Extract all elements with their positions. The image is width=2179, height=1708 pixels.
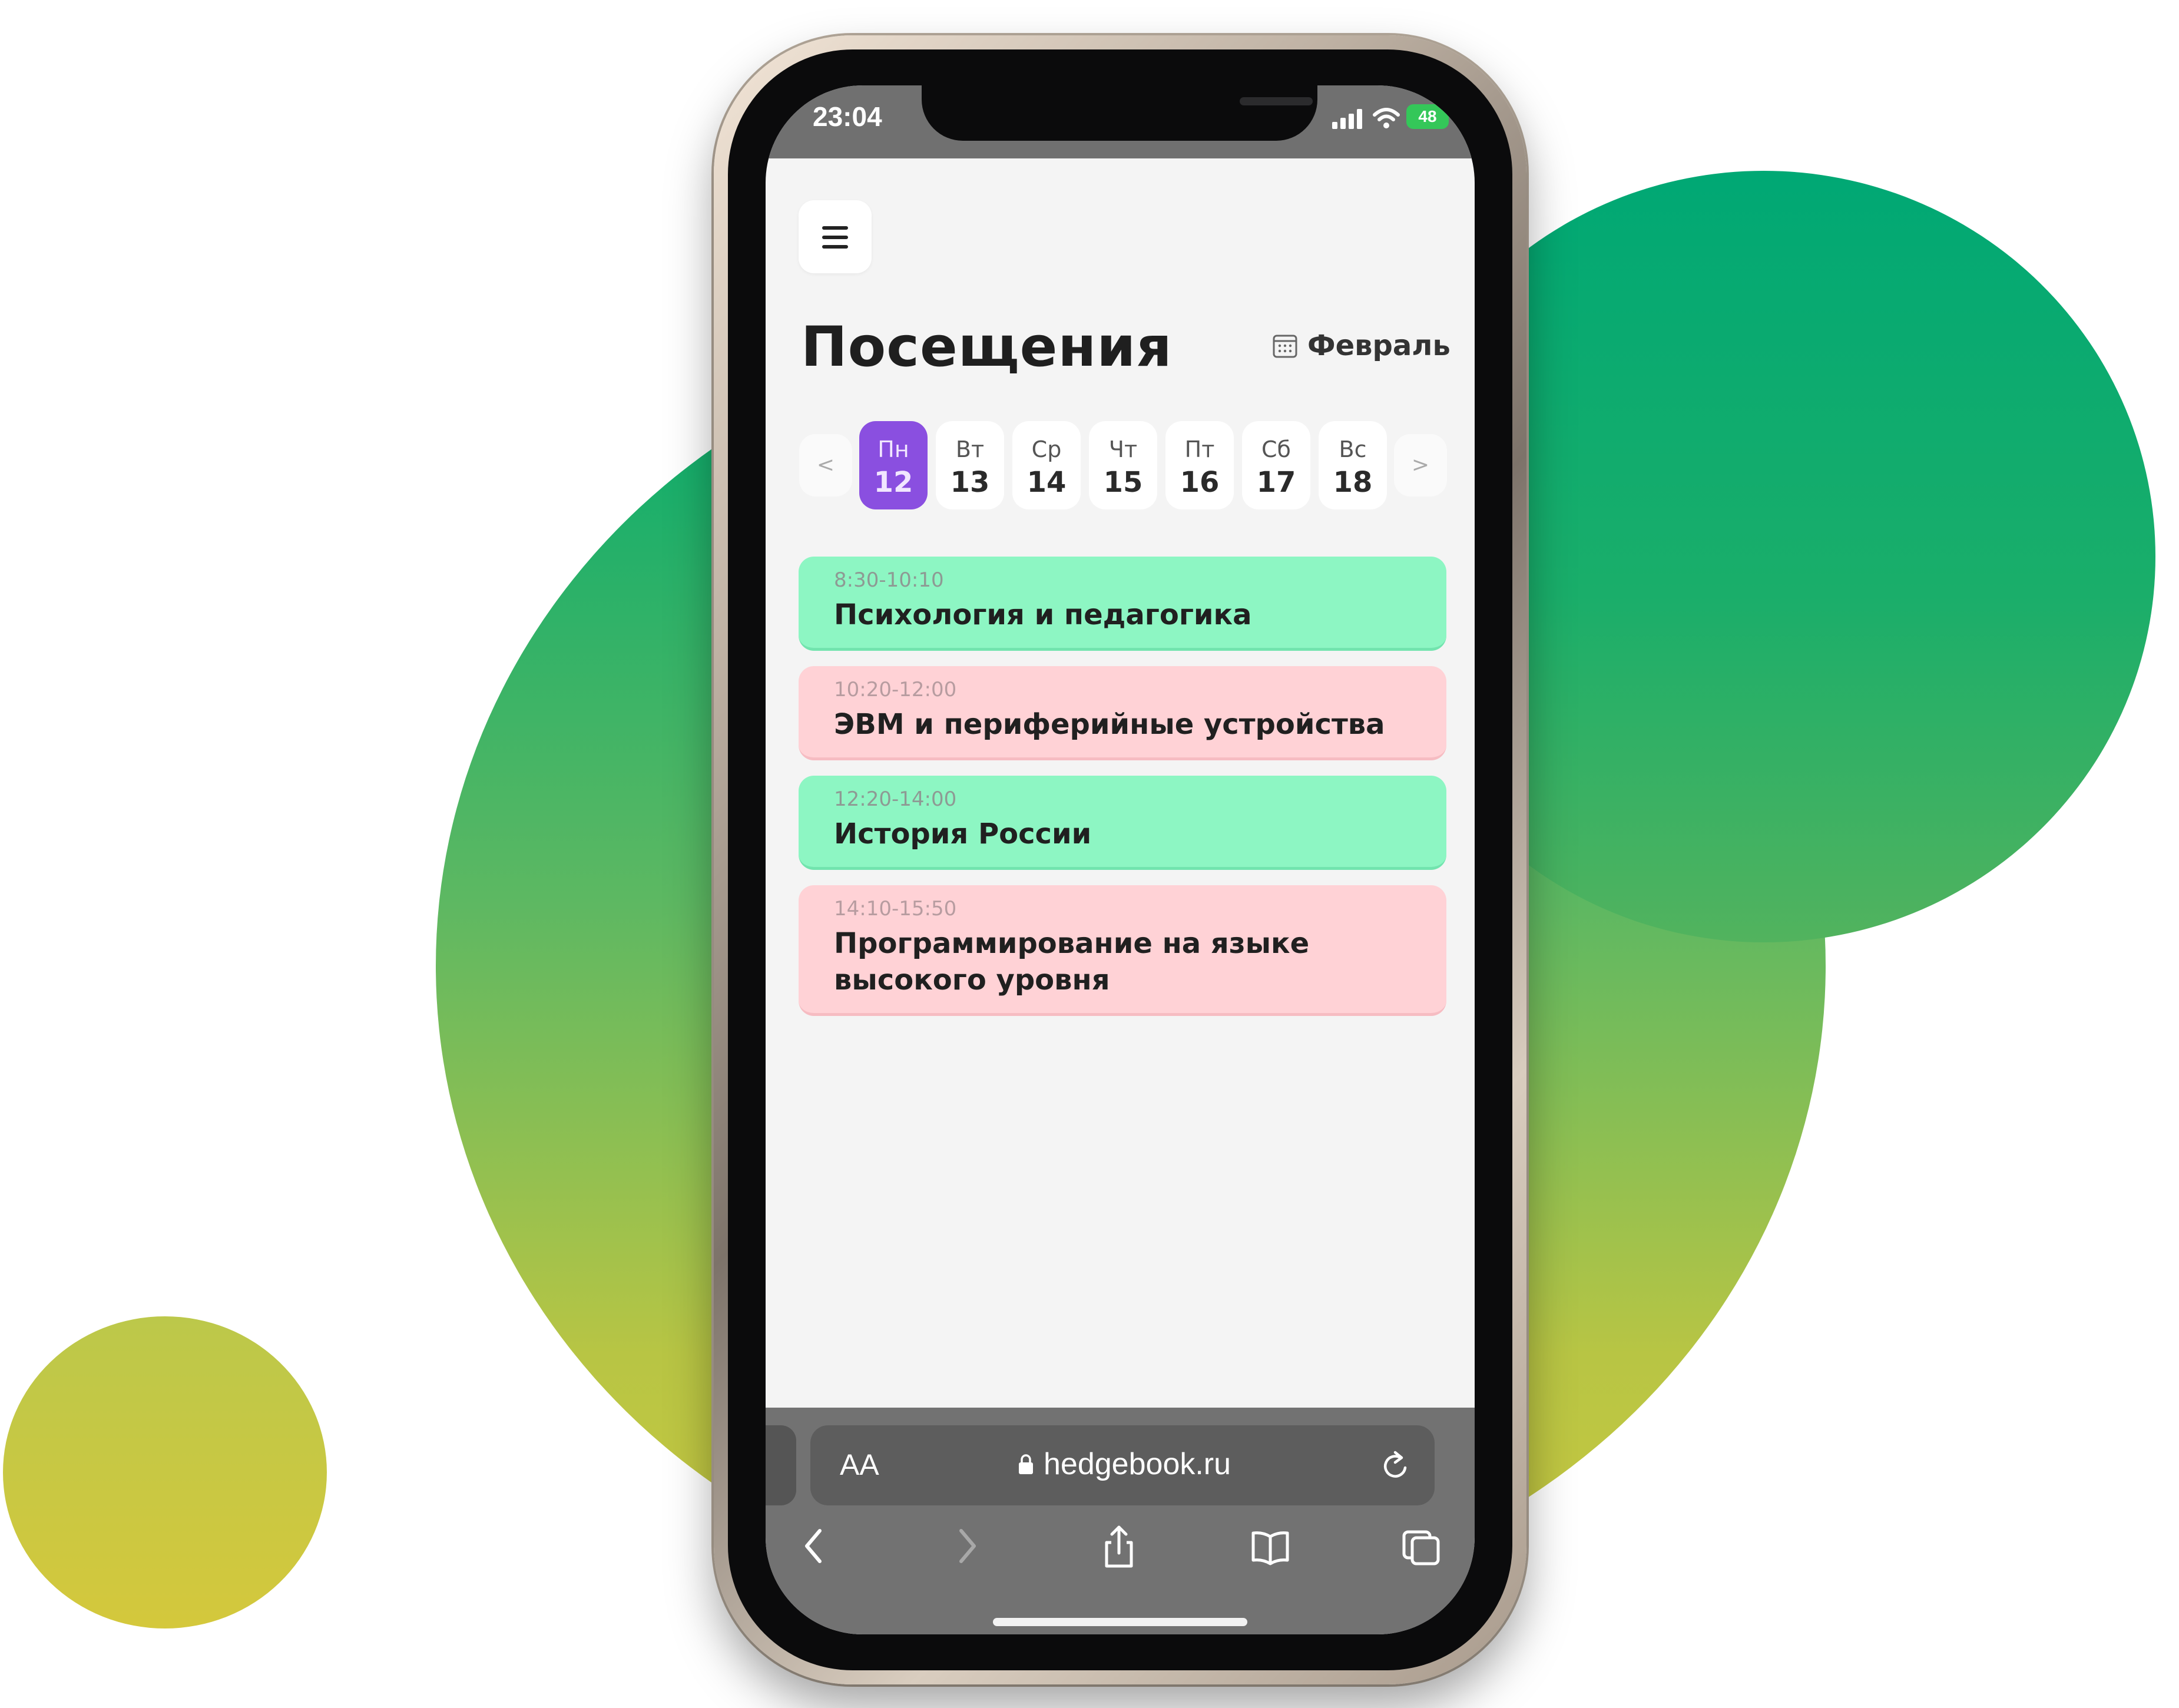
lesson-card[interactable]: 10:20-12:00 ЭВМ и периферийные устройств… <box>799 666 1446 760</box>
page-title: Посещения <box>801 315 1173 379</box>
day-name: Вт <box>955 436 985 462</box>
lesson-time: 10:20-12:00 <box>834 678 957 701</box>
lesson-name: Психология и педагогика <box>834 598 1252 631</box>
lesson-card[interactable]: 8:30-10:10 Психология и педагогика <box>799 557 1446 651</box>
bookmarks-icon[interactable] <box>1250 1522 1291 1570</box>
day-date: 15 <box>1103 466 1143 499</box>
lesson-name: ЭВМ и периферийные устройства <box>834 708 1385 741</box>
day-wednesday[interactable]: Ср 14 <box>1012 421 1081 509</box>
reload-icon[interactable] <box>1379 1448 1412 1483</box>
hamburger-icon <box>822 226 848 230</box>
hamburger-icon <box>822 245 848 249</box>
wifi-icon <box>1373 108 1400 128</box>
day-date: 18 <box>1333 466 1373 499</box>
lock-icon <box>1019 1454 1033 1474</box>
lesson-card[interactable]: 14:10-15:50 Программирование на языке вы… <box>799 885 1446 1016</box>
prev-week-button[interactable]: < <box>799 434 852 496</box>
day-name: Чт <box>1108 436 1138 462</box>
day-date: 17 <box>1256 466 1296 499</box>
day-name: Пн <box>877 436 909 462</box>
back-icon[interactable] <box>794 1522 835 1570</box>
signal-icon <box>1332 109 1362 129</box>
home-indicator <box>993 1618 1247 1626</box>
day-friday[interactable]: Пт 16 <box>1165 421 1234 509</box>
hamburger-icon <box>822 236 848 239</box>
day-name: Пт <box>1184 436 1215 462</box>
url-text[interactable]: hedgebook.ru <box>1044 1446 1231 1482</box>
status-time: 23:04 <box>813 101 882 132</box>
speaker-grille <box>1240 97 1313 105</box>
day-date: 14 <box>1026 466 1067 499</box>
day-monday[interactable]: Пн 12 <box>859 421 928 509</box>
day-date: 13 <box>950 466 990 499</box>
month-selector[interactable]: Февраль <box>1272 328 1451 363</box>
day-date: 16 <box>1180 466 1220 499</box>
browser-toolbar: AA hedgebook.ru <box>766 1408 1475 1634</box>
status-bar: 23:04 48 <box>766 85 1475 158</box>
lesson-card[interactable]: 12:20-14:00 История России <box>799 776 1446 870</box>
day-date: 12 <box>873 466 913 499</box>
menu-button[interactable] <box>799 200 872 273</box>
lesson-time: 14:10-15:50 <box>834 897 957 921</box>
lesson-time: 12:20-14:00 <box>834 787 957 811</box>
calendar-icon <box>1273 335 1297 358</box>
day-name: Вс <box>1339 436 1367 462</box>
text-size-button[interactable]: AA <box>840 1448 879 1482</box>
previous-tab-preview[interactable] <box>766 1425 796 1505</box>
phone-screen: 23:04 48 Посещения Февраль < Пн 12 Вт 13… <box>766 85 1475 1634</box>
day-name: Сб <box>1261 436 1291 462</box>
next-week-button[interactable]: > <box>1394 434 1447 496</box>
day-name: Ср <box>1031 436 1062 462</box>
day-tuesday[interactable]: Вт 13 <box>936 421 1004 509</box>
lesson-name: Программирование на языке высокого уровн… <box>834 927 1310 997</box>
tabs-icon[interactable] <box>1400 1522 1442 1570</box>
day-thursday[interactable]: Чт 15 <box>1089 421 1157 509</box>
month-label: Февраль <box>1307 329 1451 362</box>
day-sunday[interactable]: Вс 18 <box>1319 421 1387 509</box>
lesson-name: История России <box>834 817 1092 850</box>
battery-indicator: 48 <box>1406 104 1449 129</box>
forward-icon[interactable] <box>946 1522 987 1570</box>
week-selector: < Пн 12 Вт 13 Ср 14 Чт 15 Пт 16 Сб 17 Вс… <box>799 421 1447 509</box>
share-icon[interactable] <box>1098 1522 1140 1570</box>
notch <box>922 85 1317 141</box>
day-saturday[interactable]: Сб 17 <box>1242 421 1310 509</box>
background-blob-small <box>3 1316 327 1628</box>
lesson-time: 8:30-10:10 <box>834 568 944 592</box>
address-bar[interactable]: AA hedgebook.ru <box>810 1425 1435 1505</box>
